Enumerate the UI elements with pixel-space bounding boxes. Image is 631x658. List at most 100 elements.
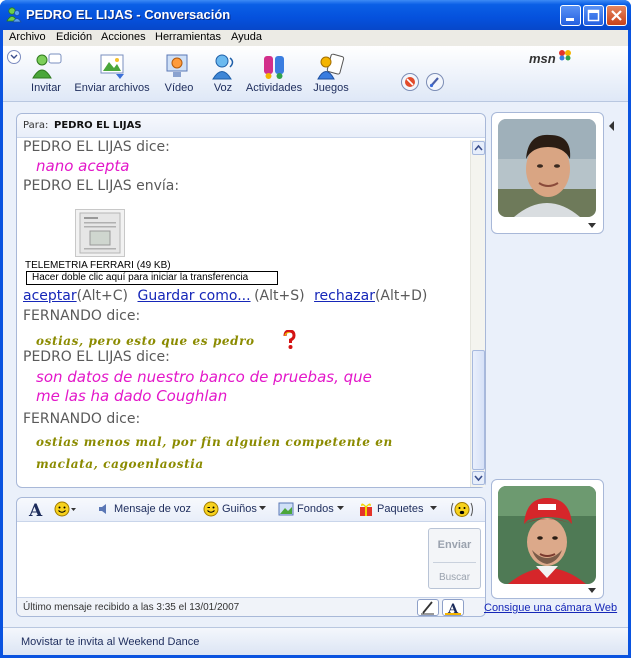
games-label: Juegos <box>313 82 349 94</box>
pen-icon <box>421 601 434 615</box>
chevron-down-icon[interactable] <box>588 588 596 594</box>
voice-icon <box>212 54 234 80</box>
menu-acciones[interactable]: Acciones <box>101 31 146 43</box>
menu-ayuda[interactable]: Ayuda <box>231 31 262 43</box>
paint-brush-icon <box>429 77 439 88</box>
conversation-pane: Para: PEDRO EL LIJAS PEDRO EL LIJAS dice… <box>16 113 486 488</box>
menu-herramientas[interactable]: Herramientas <box>155 31 221 43</box>
to-contact-name: PEDRO EL LIJAS <box>54 120 142 131</box>
last-message-status: Último mensaje recibido a las 3:35 el 13… <box>23 602 240 613</box>
nudge-icon[interactable] <box>449 500 475 519</box>
close-icon <box>611 10 622 21</box>
window-title: PEDRO EL LIJAS - Conversación <box>26 7 231 22</box>
close-button[interactable] <box>606 5 627 26</box>
message-text: me las ha dado Coughlan <box>36 387 228 405</box>
collapse-arrow-icon[interactable] <box>607 118 615 134</box>
maximize-button[interactable] <box>583 5 604 26</box>
gift-pack-icon <box>360 503 372 516</box>
msn-buddy-icon <box>6 7 22 23</box>
contact-display-picture[interactable] <box>491 112 604 234</box>
document-icon <box>79 212 121 254</box>
compose-pane: A Mensaje de voz Guiños Fondos Paquetes … <box>16 497 486 617</box>
my-display-picture[interactable] <box>491 479 604 599</box>
activities-icon <box>264 56 284 79</box>
save-as-link[interactable]: Guardar como... <box>138 288 251 304</box>
reject-shortcut: (Alt+D) <box>374 288 428 304</box>
voice-clip-icon <box>99 504 106 514</box>
message-input[interactable] <box>21 526 423 592</box>
activities-button[interactable]: Actividades <box>245 52 303 94</box>
games-button[interactable]: Juegos <box>311 52 351 94</box>
menu-bar: Archivo Edición Acciones Herramientas Ay… <box>3 30 628 46</box>
question-emoticon-icon <box>283 330 296 349</box>
title-bar[interactable]: PEDRO EL LIJAS - Conversación <box>0 0 631 30</box>
voice-clip-button[interactable]: Mensaje de voz <box>114 503 191 515</box>
message-scrollbar[interactable] <box>470 140 485 487</box>
handwriting-button[interactable] <box>417 599 439 616</box>
minimize-icon <box>566 18 574 21</box>
menu-archivo[interactable]: Archivo <box>9 31 46 43</box>
chevron-down-icon <box>10 54 18 59</box>
save-as-shortcut: (Alt+S) <box>254 288 305 304</box>
video-button[interactable]: Vídeo <box>163 52 195 94</box>
packs-button[interactable]: Paquetes <box>377 503 423 515</box>
wink-icon <box>203 501 219 517</box>
contact-face-image <box>498 119 596 217</box>
message-text: maclata, cagoenlaostia <box>36 457 204 471</box>
text-icon: A <box>445 602 461 617</box>
chevron-down-icon <box>337 506 344 510</box>
ad-bar: Movistar te invita al Weekend Dance <box>3 627 628 655</box>
message-text: son datos de nuestro banco de pruebas, q… <box>36 368 372 386</box>
voice-label: Voz <box>213 82 233 94</box>
compose-status-bar: Último mensaje recibido a las 3:35 el 13… <box>17 597 485 617</box>
invite-label: Invitar <box>31 82 61 94</box>
chevron-down-icon <box>474 475 483 482</box>
message-sender: PEDRO EL LIJAS dice: <box>23 349 170 365</box>
emoticon-menu-icon[interactable] <box>54 501 78 517</box>
minimize-button[interactable] <box>560 5 581 26</box>
font-icon[interactable]: A <box>27 500 45 518</box>
search-button[interactable]: Buscar <box>429 572 480 583</box>
my-photo <box>498 486 596 584</box>
maximize-icon <box>587 9 600 22</box>
message-text: ostias menos mal, por fin alguien compet… <box>36 435 393 449</box>
to-bar: Para: PEDRO EL LIJAS <box>17 114 485 138</box>
contact-photo <box>498 119 596 217</box>
accept-link[interactable]: aceptar <box>23 288 77 304</box>
my-face-image <box>498 486 596 584</box>
background-icon <box>278 502 294 516</box>
send-button[interactable]: Enviar <box>429 539 480 551</box>
scroll-thumb[interactable] <box>472 350 485 470</box>
text-mode-button[interactable]: A <box>442 599 464 617</box>
brush-button[interactable] <box>426 73 444 91</box>
scroll-up-button[interactable] <box>472 141 485 155</box>
backgrounds-button[interactable]: Fondos <box>297 503 334 515</box>
accept-shortcut: (Alt+C) <box>76 288 128 304</box>
block-button[interactable] <box>401 73 419 91</box>
activities-label: Actividades <box>245 82 303 94</box>
file-thumbnail[interactable] <box>75 209 125 257</box>
file-actions: aceptar(Alt+C) Guardar como... (Alt+S) r… <box>23 288 427 304</box>
message-sender: FERNANDO dice: <box>23 411 141 427</box>
message-history[interactable]: PEDRO EL LIJAS dice: nano acepta PEDRO E… <box>17 139 469 487</box>
send-files-label: Enviar archivos <box>74 82 150 94</box>
ad-text[interactable]: Movistar te invita al Weekend Dance <box>21 636 199 648</box>
video-label: Vídeo <box>164 82 194 94</box>
invite-icon <box>32 53 62 79</box>
reject-link[interactable]: rechazar <box>314 288 375 304</box>
message-text: nano acepta <box>36 157 130 175</box>
file-transfer-hint[interactable]: Hacer doble clic aquí para iniciar la tr… <box>26 271 278 285</box>
get-webcam-link[interactable]: Consigue una cámara Web <box>484 602 617 614</box>
scroll-down-button[interactable] <box>472 471 485 485</box>
block-icon <box>405 77 415 87</box>
invite-button[interactable]: Invitar <box>28 52 64 94</box>
message-sender: PEDRO EL LIJAS envía: <box>23 178 180 194</box>
voice-button[interactable]: Voz <box>208 52 238 94</box>
message-sender: PEDRO EL LIJAS dice: <box>23 139 170 155</box>
chevron-down-icon[interactable] <box>588 223 596 229</box>
winks-button[interactable]: Guiños <box>222 503 257 515</box>
msn-butterfly-icon <box>559 50 571 61</box>
send-files-button[interactable]: Enviar archivos <box>73 52 151 94</box>
toolbar-chevron-button[interactable] <box>7 50 21 64</box>
menu-edicion[interactable]: Edición <box>56 31 92 43</box>
